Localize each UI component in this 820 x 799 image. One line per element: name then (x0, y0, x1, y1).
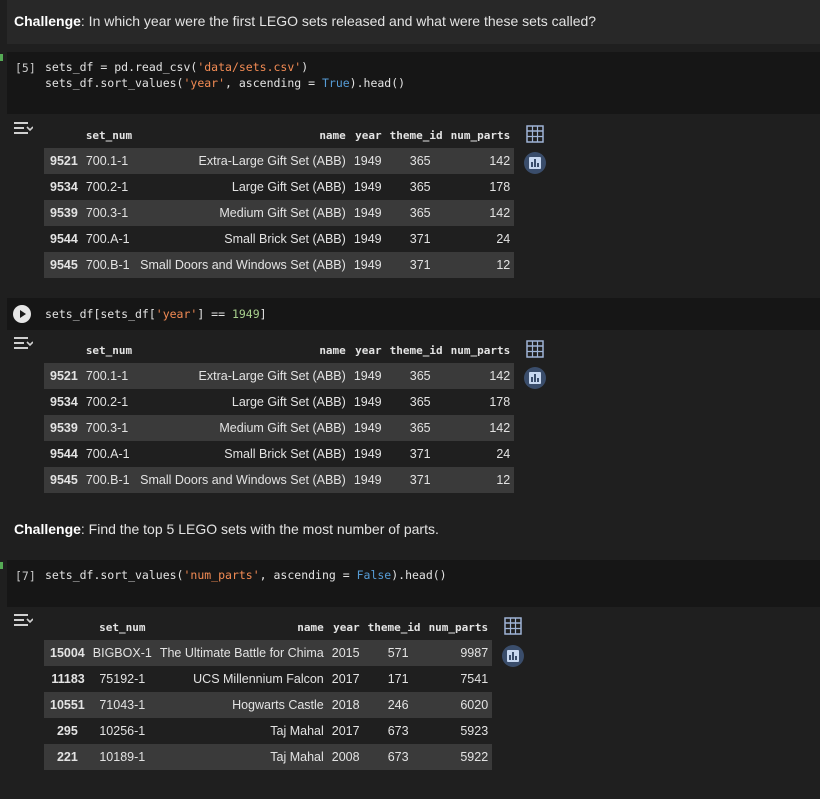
col-header-num_parts: num_parts (450, 128, 511, 142)
code-cell-filter-1949[interactable]: sets_df[sets_df['year'] == 1949] (7, 298, 820, 330)
col-header-num_parts: num_parts (450, 343, 511, 357)
table-row: 9544 700.A-1 Small Brick Set (ABB) 1949 371 2… (44, 441, 515, 467)
table-row: 9539 700.3-1 Medium Gift Set (ABB) 1949 365 1… (44, 200, 515, 226)
col-header-name: name (297, 620, 324, 634)
col-header-set_num: set_num (85, 128, 133, 142)
table-row: 9521 700.1-1 Extra-Large Gift Set (ABB) 194… (44, 363, 515, 389)
challenge-text-1: Challenge: In which year were the first … (14, 13, 597, 29)
table-view-icon[interactable] (525, 124, 545, 144)
code-line-1[interactable]: sets_df.sort_values('num_parts', ascendi… (45, 568, 447, 582)
col-header-theme_id: theme_id (367, 620, 421, 634)
col-header-set_num: set_num (85, 343, 133, 357)
chart-suggest-icon[interactable] (502, 645, 524, 667)
code-cell-5[interactable]: [5] sets_df = pd.read_csv('data/sets.csv… (0, 52, 820, 114)
table-row: 221 10189-1 Taj Mahal 2008 673 5922 (44, 744, 493, 770)
cell-status-marker (0, 562, 3, 569)
table-row: 10551 71043-1 Hogwarts Castle 2018 246 6020 (44, 692, 493, 718)
table-row: 9545 700.B-1 Small Doors and Windows Set (… (44, 252, 515, 278)
code-line-2[interactable]: sets_df.sort_values('year', ascending = … (45, 76, 405, 90)
table-row: 9534 700.2-1 Large Gift Set (ABB) 1949 365 17… (44, 174, 515, 200)
col-header-theme_id: theme_id (389, 128, 443, 142)
table-row: 15004 BIGBOX-1 The Ultimate Battle for Chi… (44, 640, 493, 666)
code-cell-7[interactable]: [7] sets_df.sort_values('num_parts', asc… (0, 560, 820, 607)
table-row: 9534 700.2-1 Large Gift Set (ABB) 1949 365 17… (44, 389, 515, 415)
output-toggle-icon[interactable] (13, 612, 33, 628)
output-toggle-icon[interactable] (13, 120, 33, 136)
col-header-num_parts: num_parts (428, 620, 489, 634)
col-header-theme_id: theme_id (389, 343, 443, 357)
code-line-1[interactable]: sets_df[sets_df['year'] == 1949] (45, 307, 267, 321)
chart-suggest-icon[interactable] (524, 367, 546, 389)
col-header-year: year (333, 620, 360, 634)
table-row: 295 10256-1 Taj Mahal 2017 673 5923 (44, 718, 493, 744)
col-header-name: name (319, 343, 346, 357)
table-row: 9545 700.B-1 Small Doors and Windows Set (… (44, 467, 515, 493)
table-row: 9521 700.1-1 Extra-Large Gift Set (ABB) 194… (44, 148, 515, 174)
cell-status-marker (0, 54, 3, 61)
col-header-year: year (355, 128, 382, 142)
output-toggle-icon[interactable] (13, 335, 33, 351)
table-view-icon[interactable] (525, 339, 545, 359)
table-row: 9544 700.A-1 Small Brick Set (ABB) 1949 371 2… (44, 226, 515, 252)
play-icon[interactable] (13, 305, 31, 323)
dataframe-output-3: set_num name year theme_id num_parts 150… (44, 614, 493, 770)
execution-count: [5] (15, 61, 36, 75)
chart-suggest-icon[interactable] (524, 152, 546, 174)
dataframe-output-1: set_num name year theme_id num_parts 952… (44, 122, 515, 278)
dataframe-output-2: set_num name year theme_id num_parts 952… (44, 337, 515, 493)
code-line-1[interactable]: sets_df = pd.read_csv('data/sets.csv') (45, 60, 308, 74)
col-header-set_num: set_num (99, 620, 146, 634)
table-view-icon[interactable] (503, 616, 523, 636)
execution-count: [7] (15, 569, 36, 583)
markdown-cell-challenge-1[interactable]: Challenge: In which year were the first … (7, 0, 820, 44)
col-header-year: year (355, 343, 382, 357)
challenge-text-2: Challenge: Find the top 5 LEGO sets with… (14, 521, 439, 537)
table-row: 9539 700.3-1 Medium Gift Set (ABB) 1949 365 1… (44, 415, 515, 441)
table-row: 11183 75192-1 UCS Millennium Falcon 2017 171… (44, 666, 493, 692)
col-header-name: name (319, 128, 346, 142)
